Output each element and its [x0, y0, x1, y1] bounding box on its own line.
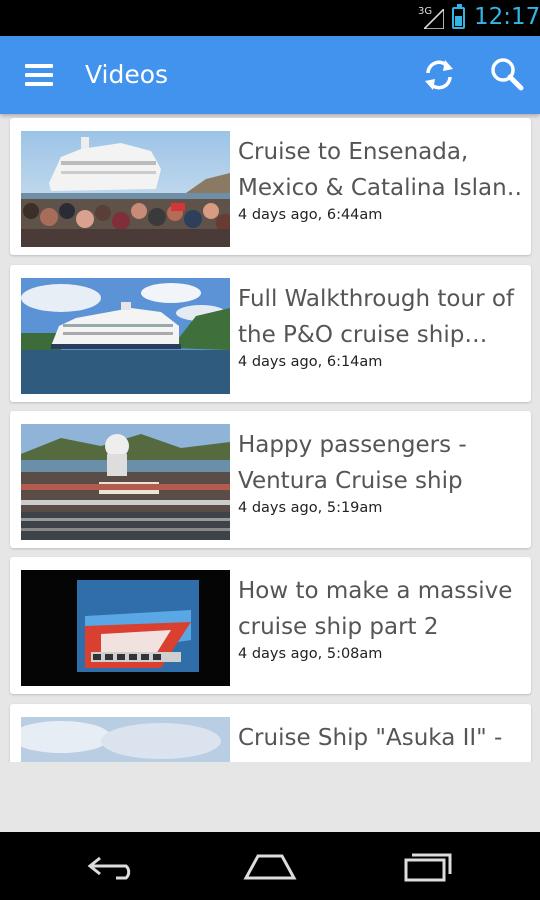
list-footer-space [0, 762, 540, 832]
video-title-line: Cruise to Ensenada, [238, 139, 469, 165]
video-title-line: cruise ship part 2 [238, 614, 439, 640]
video-title-line: the P&O cruise ship… [238, 322, 488, 348]
video-timestamp: 4 days ago, 5:19am [238, 500, 383, 516]
system-nav-bar [0, 832, 540, 900]
video-title: Happy passengers - Ventura Cruise ship [238, 427, 523, 499]
cruise-ship-thumbnail [21, 278, 230, 394]
video-thumbnail [21, 278, 230, 394]
video-item[interactable]: Cruise Ship "Asuka II" - [10, 704, 531, 762]
video-item[interactable]: Happy passengers - Ventura Cruise ship 4… [10, 411, 531, 548]
cruise-ship-thumbnail [21, 717, 230, 762]
screen-recording-thumbnail [21, 570, 230, 686]
app-bar: Videos [0, 36, 540, 114]
video-thumbnail [21, 131, 230, 247]
page-title: Videos [85, 60, 169, 89]
status-bar: 3G 12:17 [0, 0, 540, 36]
video-item[interactable]: Cruise to Ensenada, Mexico & Catalina Is… [10, 118, 531, 255]
video-title-line: Full Walkthrough tour of [238, 286, 514, 312]
cruise-ship-thumbnail [21, 424, 230, 540]
video-title-line: How to make a massive [238, 578, 513, 604]
video-list[interactable]: Cruise to Ensenada, Mexico & Catalina Is… [0, 114, 540, 762]
video-thumbnail [21, 570, 230, 686]
video-thumbnail [21, 717, 230, 762]
video-title-line: Happy passengers - [238, 432, 467, 458]
video-item[interactable]: How to make a massive cruise ship part 2… [10, 557, 531, 694]
video-title: Cruise to Ensenada, Mexico & Catalina Is… [238, 134, 523, 206]
video-timestamp: 4 days ago, 6:14am [238, 354, 383, 370]
video-title: Full Walkthrough tour of the P&O cruise … [238, 281, 523, 353]
clock: 12:17 [474, 4, 540, 30]
home-icon[interactable] [242, 850, 298, 882]
video-title-line: Cruise Ship "Asuka II" - [238, 725, 503, 751]
video-title-line: Mexico & Catalina Islan… [238, 175, 523, 201]
recent-apps-icon[interactable] [400, 850, 456, 882]
refresh-icon[interactable] [420, 56, 458, 94]
video-timestamp: 4 days ago, 6:44am [238, 207, 383, 223]
hamburger-menu-icon[interactable] [25, 62, 53, 88]
video-title: How to make a massive cruise ship part 2 [238, 573, 523, 645]
search-icon[interactable] [488, 56, 526, 94]
video-timestamp: 4 days ago, 5:08am [238, 646, 383, 662]
battery-icon [452, 4, 465, 29]
video-item[interactable]: Full Walkthrough tour of the P&O cruise … [10, 265, 531, 402]
video-title-line: Ventura Cruise ship [238, 468, 463, 494]
video-title: Cruise Ship "Asuka II" - [238, 720, 523, 756]
signal-icon [424, 9, 444, 29]
back-icon[interactable] [86, 850, 142, 882]
cruise-ship-thumbnail [21, 131, 230, 247]
video-thumbnail [21, 424, 230, 540]
